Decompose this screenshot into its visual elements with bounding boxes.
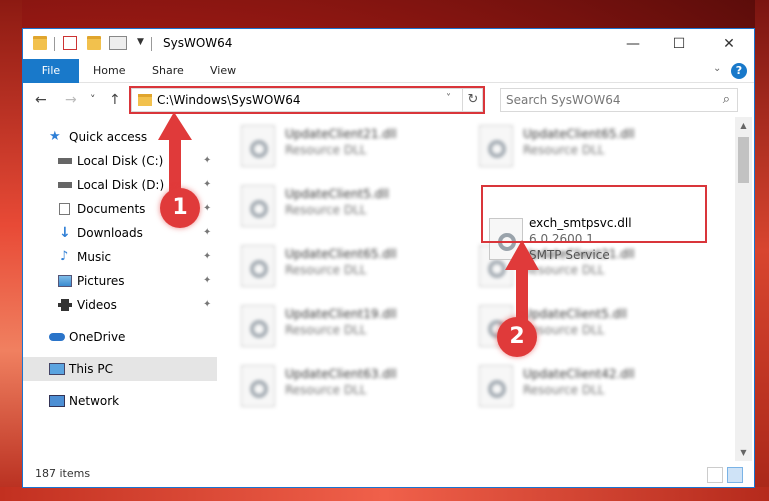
step-2-badge: 2: [497, 317, 537, 357]
annotation-arrow-1: [158, 112, 192, 195]
step-1-badge: 1: [160, 188, 200, 228]
annotation-arrow-2: [505, 240, 539, 322]
annotation-arrows: [158, 112, 539, 322]
